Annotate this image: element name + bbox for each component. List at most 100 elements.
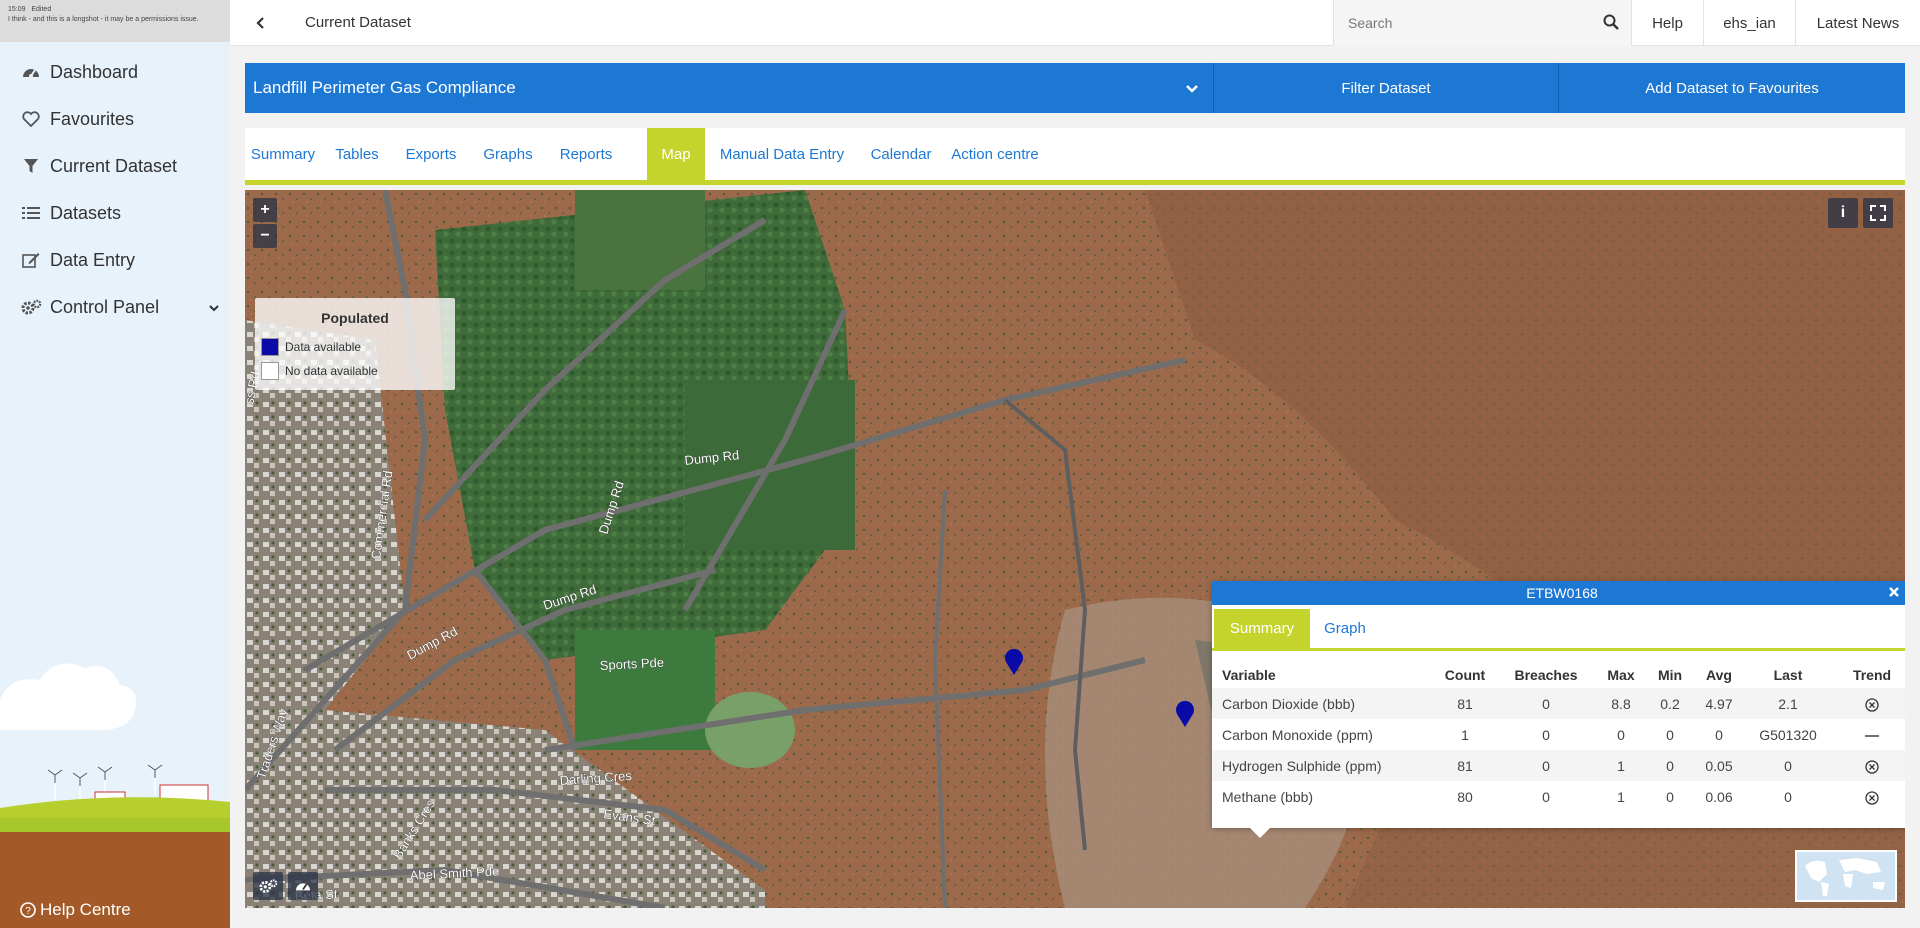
help-centre-label: Help Centre: [40, 900, 131, 919]
cell-variable: Carbon Dioxide (bbb): [1212, 688, 1434, 719]
cell-trend: [1832, 719, 1905, 750]
tab-calendar[interactable]: Calendar: [859, 128, 943, 180]
zoom-in-button[interactable]: +: [253, 198, 277, 222]
cell-min: 0: [1666, 726, 1674, 743]
map-marker[interactable]: [1004, 648, 1024, 676]
zoom-out-button[interactable]: −: [253, 224, 277, 248]
search-input[interactable]: [1334, 0, 1594, 46]
cell-max: 1: [1617, 788, 1625, 805]
column-header[interactable]: Min: [1646, 661, 1694, 688]
map-dashboard-button[interactable]: [288, 872, 318, 900]
column-header[interactable]: Breaches: [1496, 661, 1596, 688]
popup-tab-graph[interactable]: Graph: [1310, 609, 1380, 648]
summary-table: Variable Count Breaches Max Min Avg Last…: [1212, 661, 1905, 812]
legend-swatch: [261, 338, 279, 356]
circle-x-icon[interactable]: [1865, 697, 1879, 712]
tab-manual-data-entry[interactable]: Manual Data Entry: [705, 128, 859, 180]
column-header[interactable]: Trend: [1832, 661, 1905, 688]
sidebar-item-dashboard[interactable]: Dashboard: [20, 54, 220, 90]
column-header[interactable]: Avg: [1694, 661, 1744, 688]
sidebar-item-label: Favourites: [50, 108, 135, 129]
tab-graphs[interactable]: Graphs: [469, 128, 547, 180]
popup-tab-summary[interactable]: Summary: [1214, 609, 1310, 648]
cell-variable: Hydrogen Sulphide (ppm): [1212, 750, 1434, 781]
edit-icon: [20, 251, 42, 269]
tabs-bar: Summary Tables Exports Graphs Reports Ma…: [245, 128, 1905, 185]
dash-icon: [1865, 734, 1879, 737]
search-icon[interactable]: [1603, 14, 1619, 35]
cogs-icon: [259, 879, 278, 893]
cell-count: 81: [1434, 750, 1496, 781]
dashboard-icon: [20, 63, 42, 81]
circle-x-icon[interactable]: [1865, 790, 1879, 805]
legend-item: Data available: [261, 338, 361, 356]
cell-trend: [1832, 781, 1905, 812]
column-header[interactable]: Variable: [1212, 661, 1434, 688]
svg-text:?: ?: [25, 906, 31, 917]
tab-map[interactable]: Map: [647, 128, 705, 180]
cell-avg: 4.97: [1694, 688, 1744, 719]
close-button[interactable]: [1886, 584, 1902, 600]
note-status: Edited: [31, 6, 52, 13]
expand-icon: [1870, 205, 1886, 221]
cell-last: G501320: [1759, 726, 1817, 743]
table-row: Carbon Dioxide (bbb) 81 0 8.8 0.2 4.97 2…: [1212, 688, 1905, 719]
filter-dataset-button[interactable]: Filter Dataset: [1213, 63, 1558, 113]
sidebar-item-current-dataset[interactable]: Current Dataset: [20, 148, 220, 184]
help-link[interactable]: Help: [1631, 0, 1703, 46]
legend-swatch: [261, 362, 279, 380]
sidebar-item-label: Dashboard: [50, 61, 139, 82]
cell-breaches: 0: [1496, 688, 1596, 719]
cell-avg: 0: [1715, 726, 1723, 743]
cell-count: 80: [1457, 788, 1473, 805]
cell-last: 0: [1784, 788, 1792, 805]
sidebar-item-label: Current Dataset: [50, 155, 178, 176]
map-settings-button[interactable]: [253, 872, 283, 900]
tab-tables[interactable]: Tables: [321, 128, 393, 180]
column-header[interactable]: Count: [1434, 661, 1496, 688]
legend-label: No data available: [285, 364, 378, 378]
cell-max: 8.8: [1596, 688, 1646, 719]
breadcrumb: Current Dataset: [305, 14, 411, 31]
sidebar-item-control-panel[interactable]: Control Panel: [20, 289, 220, 325]
top-bar: Current Dataset Help ehs_ian Latest News: [230, 0, 1920, 46]
tab-summary[interactable]: Summary: [245, 128, 321, 180]
table-row: Methane (bbb) 80 0 1 0 0.06 0: [1212, 781, 1905, 812]
map-view[interactable]: Dump Rd Dump Rd Dump Rd Dump Rd Commerci…: [245, 190, 1905, 908]
station-popup: ETBW0168 Summary Graph Variable Count Br…: [1212, 581, 1905, 838]
dataset-dropdown-toggle[interactable]: [1182, 78, 1202, 98]
circle-x-icon[interactable]: [1865, 759, 1879, 774]
legend-item: No data available: [261, 362, 378, 380]
tab-reports[interactable]: Reports: [547, 128, 625, 180]
cell-last: 2.1: [1744, 688, 1832, 719]
close-icon: [1889, 587, 1899, 597]
cell-avg: 0.06: [1705, 788, 1733, 805]
add-to-favourites-button[interactable]: Add Dataset to Favourites: [1558, 63, 1905, 113]
cell-min: 0: [1646, 750, 1694, 781]
tab-action-centre[interactable]: Action centre: [943, 128, 1047, 180]
note-time: 15:09: [8, 6, 26, 13]
sidebar-item-datasets[interactable]: Datasets: [20, 195, 220, 231]
overview-map[interactable]: [1795, 850, 1897, 902]
column-header[interactable]: Last: [1744, 661, 1832, 688]
cell-trend: [1832, 750, 1905, 781]
tab-exports[interactable]: Exports: [393, 128, 469, 180]
latest-news-link[interactable]: Latest News: [1795, 0, 1920, 46]
user-menu[interactable]: ehs_ian: [1703, 0, 1795, 46]
search-box: [1333, 0, 1631, 46]
sidebar-item-favourites[interactable]: Favourites: [20, 101, 220, 137]
sidebar-item-data-entry[interactable]: Data Entry: [20, 242, 220, 278]
cell-min: 0.2: [1646, 688, 1694, 719]
cell-max: 0: [1617, 726, 1625, 743]
dataset-bar: Landfill Perimeter Gas Compliance Filter…: [245, 63, 1905, 113]
map-marker[interactable]: [1175, 700, 1195, 728]
world-map-icon: [1805, 858, 1885, 896]
back-button[interactable]: [248, 11, 272, 35]
note-message: I think - and this is a longshot - it ma…: [8, 16, 199, 23]
info-button[interactable]: i: [1828, 198, 1858, 228]
cell-count: 1: [1461, 726, 1469, 743]
column-header[interactable]: Max: [1596, 661, 1646, 688]
cell-breaches: 0: [1542, 788, 1550, 805]
help-centre-link[interactable]: ? Help Centre: [20, 900, 131, 920]
fullscreen-button[interactable]: [1863, 198, 1893, 228]
